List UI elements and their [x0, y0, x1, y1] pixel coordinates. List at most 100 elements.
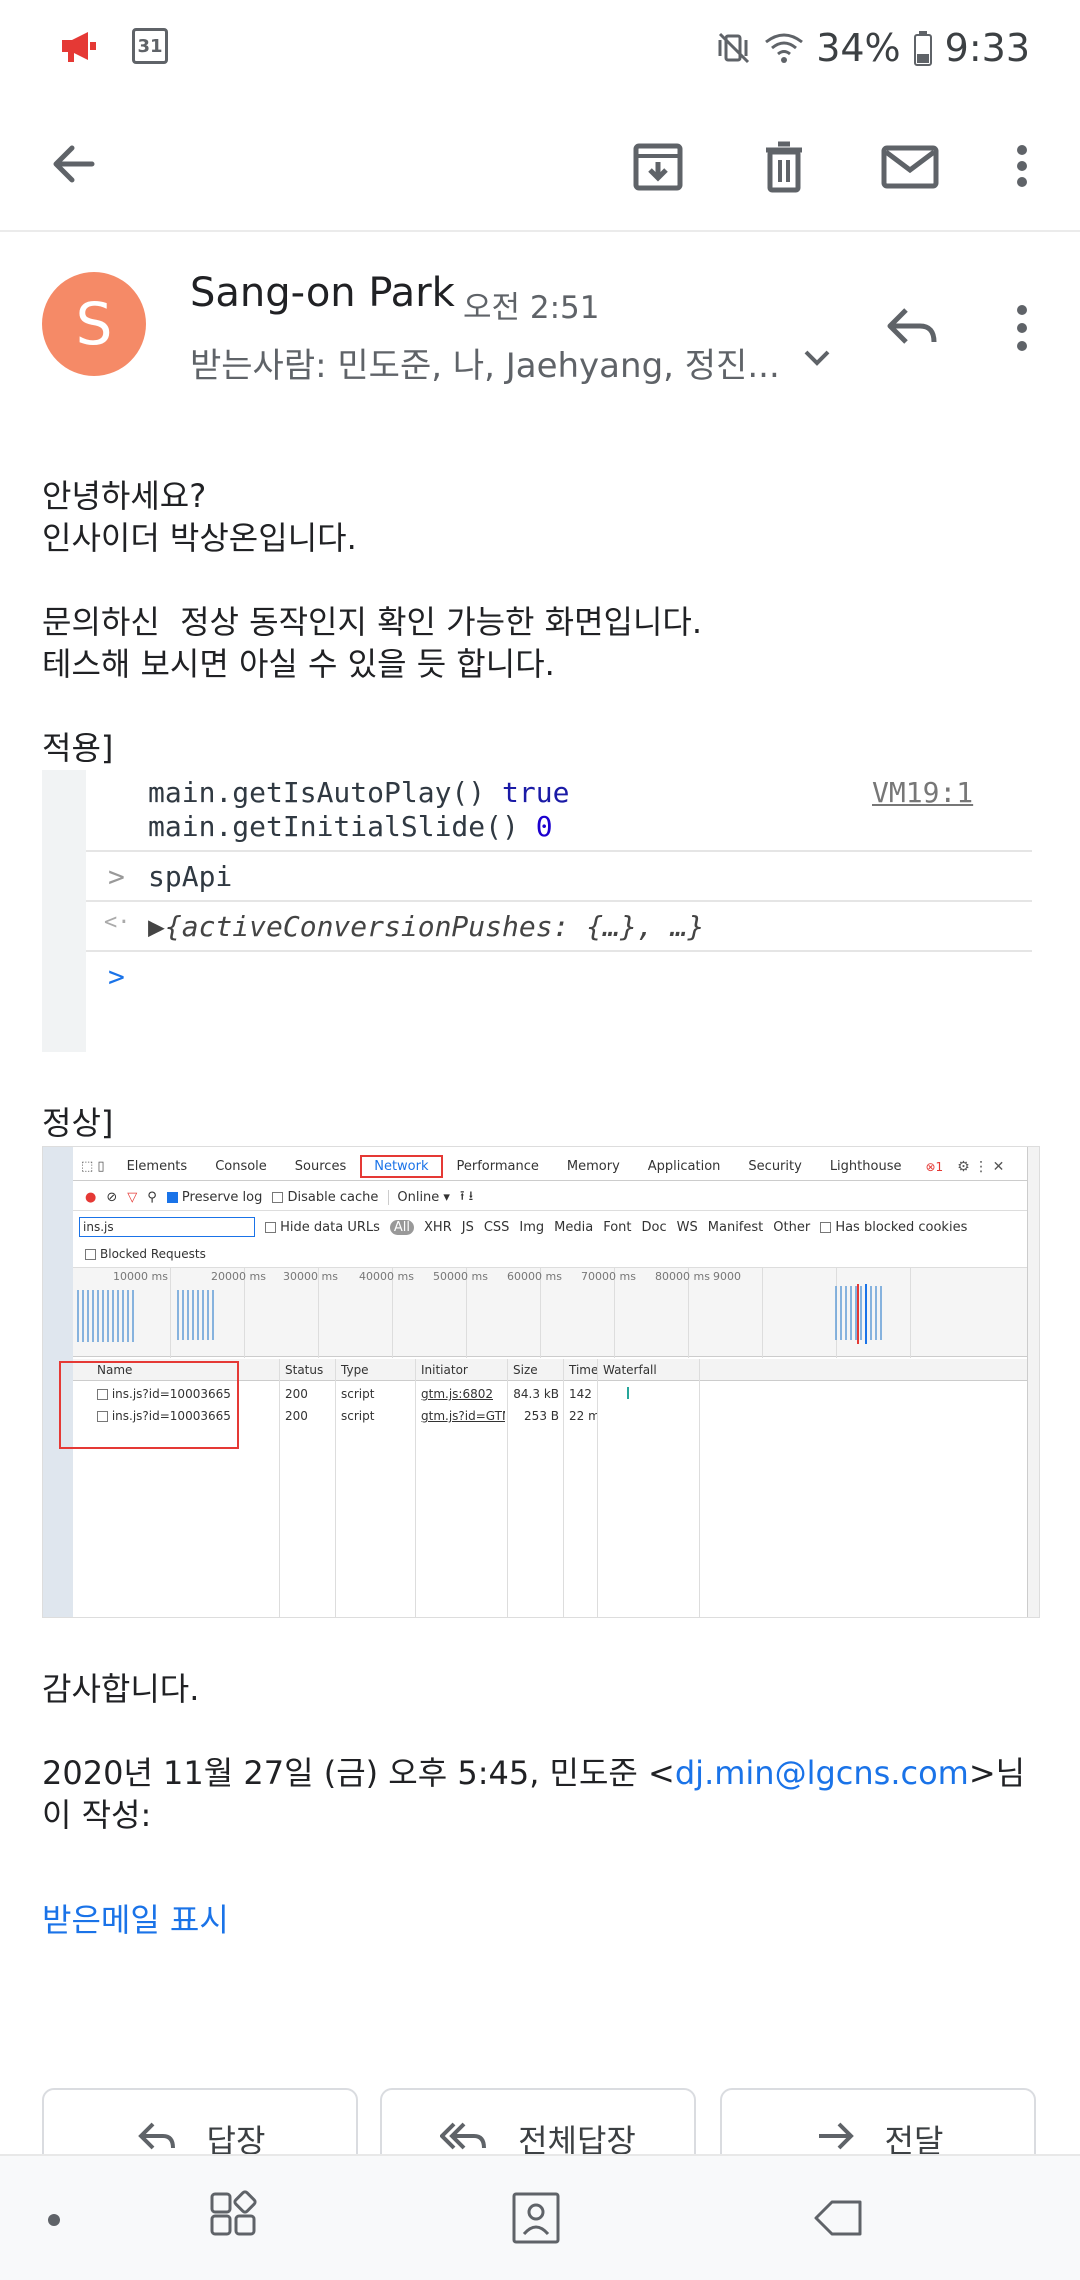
console-screenshot: main.getIsAutoPlay() true VM19:1 main.ge… [42, 770, 1032, 1052]
console-source-link[interactable]: VM19:1 [872, 776, 973, 809]
filter-type[interactable]: Font [603, 1220, 631, 1235]
devtools-tab[interactable]: Application [634, 1159, 735, 1174]
sender-name: Sang-on Park [190, 270, 455, 316]
settings-icon[interactable]: ⚙ ⋮ ✕ [943, 1159, 1004, 1175]
initiator-link[interactable]: gtm.js:6802 [417, 1383, 505, 1405]
console-input: spApi [148, 860, 233, 893]
chevron-down-icon[interactable] [800, 340, 834, 374]
vibrate-mute-icon [718, 32, 750, 64]
filter-type[interactable]: Other [773, 1220, 810, 1235]
waterfall-bar [627, 1387, 629, 1399]
devtools-network-screenshot: ⬚ ▯ Elements Console Sources Network Per… [42, 1146, 1040, 1618]
throttle-select[interactable]: Online ▾ [388, 1190, 450, 1205]
status-bar: 31 34% 9:33 [0, 0, 1080, 100]
mail-icon[interactable] [880, 134, 940, 198]
timeline-tick: 9000 [713, 1270, 741, 1283]
delete-icon[interactable] [752, 134, 816, 198]
initiator-link[interactable]: gtm.js?id=GTM-T4Z... [417, 1405, 505, 1427]
battery-icon [913, 31, 932, 66]
message-actions: 답장 전체답장 전달 [42, 2088, 1040, 2188]
filter-type[interactable]: Manifest [708, 1220, 763, 1235]
filter-type[interactable]: Media [554, 1220, 593, 1235]
wifi-icon [765, 33, 804, 63]
console-divider [86, 900, 1032, 902]
table-cell: 253 B [524, 1409, 559, 1423]
console-prompt: > [108, 860, 125, 893]
filter-type[interactable]: XHR [424, 1220, 452, 1235]
filter-type[interactable]: Doc [642, 1220, 667, 1235]
console-prompt: > [108, 960, 125, 993]
forward-icon [818, 2122, 854, 2150]
search-icon[interactable]: ⚲ [147, 1190, 157, 1205]
system-nav-bar [0, 2154, 1080, 2280]
timeline-tick: 70000 ms [581, 1270, 636, 1283]
column-header[interactable]: Time [565, 1359, 601, 1381]
devtools-tab[interactable]: Lighthouse [816, 1159, 916, 1174]
filter-type[interactable]: Img [519, 1220, 544, 1235]
apps-icon[interactable] [206, 2190, 262, 2246]
dot-icon[interactable] [48, 2214, 60, 2226]
column-header[interactable]: Initiator [417, 1359, 513, 1381]
filter-type[interactable]: All [389, 1219, 415, 1235]
error-badge: ⊗1 [925, 1159, 944, 1174]
console-line: main.getIsAutoPlay() true [148, 776, 570, 809]
table-cell: script [341, 1387, 375, 1401]
timeline-tick: 80000 ms [655, 1270, 710, 1283]
devtools-tab[interactable]: Memory [553, 1159, 634, 1174]
timeline-tick: 20000 ms [211, 1270, 266, 1283]
clock: 9:33 [944, 26, 1030, 70]
section-label-normal: 정상] [42, 1104, 114, 1142]
back-arrow-icon[interactable] [44, 134, 104, 194]
filter-type[interactable]: CSS [484, 1220, 510, 1235]
status-right: 34% 9:33 [716, 26, 1030, 70]
recipients[interactable]: 받는사람: 민도준, 나, Jaehyang, 정진... [190, 338, 780, 387]
console-line: main.getInitialSlide() 0 [148, 810, 553, 843]
reply-icon[interactable] [880, 296, 944, 360]
greeting-line: 인사이더 박상온입니다. [42, 519, 357, 557]
filter-icon[interactable]: ▽ [127, 1190, 137, 1205]
inspect-icon: ⬚ ▯ [81, 1159, 105, 1174]
archive-icon[interactable] [626, 134, 690, 198]
email-link[interactable]: dj.min@lgcns.com [675, 1754, 969, 1792]
timeline-overview: 10000 ms 20000 ms 30000 ms 40000 ms 5000… [73, 1267, 1027, 1358]
more-vert-icon[interactable] [1000, 296, 1044, 360]
reply-all-icon [440, 2122, 487, 2150]
show-quoted-link[interactable]: 받은메일 표시 [42, 1895, 229, 1941]
column-header[interactable]: Type [337, 1359, 417, 1381]
table-cell: script [341, 1409, 375, 1423]
status-left: 31 [58, 28, 168, 64]
avatar[interactable]: S [42, 272, 146, 376]
body-line: 테스해 보시면 아실 수 있을 듯 합니다. [42, 645, 555, 683]
devtools-tab[interactable]: Console [201, 1159, 281, 1174]
disable-cache-checkbox[interactable]: Disable cache [272, 1190, 378, 1205]
blocked-requests-checkbox[interactable]: Blocked Requests [73, 1243, 1027, 1265]
table-cell: 22 ms [569, 1409, 597, 1423]
devtools-tab[interactable]: Sources [281, 1159, 360, 1174]
preserve-log-checkbox[interactable]: Preserve log [166, 1190, 262, 1205]
contact-icon[interactable] [508, 2190, 564, 2246]
calendar-icon: 31 [132, 28, 168, 64]
column-header[interactable]: Status [281, 1359, 337, 1381]
table-cell: 84.3 kB [513, 1387, 559, 1401]
import-icon[interactable]: ⭱ ⭳ [460, 1187, 473, 1209]
devtools-tab[interactable]: Performance [443, 1159, 553, 1174]
top-toolbar [0, 100, 1080, 232]
filter-type[interactable]: WS [677, 1220, 698, 1235]
devtools-tab-network[interactable]: Network [360, 1155, 443, 1178]
hide-data-urls-checkbox[interactable]: Hide data URLs [265, 1220, 380, 1235]
console-result[interactable]: ▶{activeConversionPushes: {…}, …} [148, 910, 704, 943]
clear-icon[interactable]: ⊘ [106, 1190, 117, 1205]
more-vert-icon[interactable] [1004, 134, 1040, 198]
table-cell: 142 ... [569, 1387, 597, 1401]
devtools-tab[interactable]: Security [734, 1159, 815, 1174]
devtools-tab[interactable]: Elements [113, 1159, 202, 1174]
filter-input[interactable]: ins.js [79, 1217, 255, 1237]
has-blocked-cookies-checkbox[interactable]: Has blocked cookies [820, 1220, 967, 1235]
body-line: 문의하신 정상 동작인지 확인 가능한 화면입니다. [42, 603, 703, 641]
record-icon[interactable]: ● [85, 1190, 96, 1205]
back-nav-icon[interactable] [810, 2190, 866, 2246]
filter-type[interactable]: JS [462, 1220, 474, 1235]
console-divider [86, 850, 1032, 852]
reply-icon [137, 2122, 175, 2150]
column-header[interactable]: Size [509, 1359, 565, 1381]
